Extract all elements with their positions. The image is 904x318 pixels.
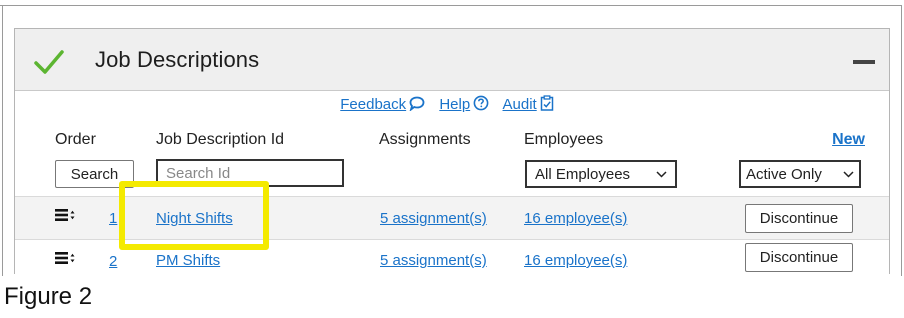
employees-link[interactable]: 16 employee(s) xyxy=(524,252,627,269)
panel-header[interactable]: Job Descriptions xyxy=(15,29,889,91)
job-description-link[interactable]: PM Shifts xyxy=(156,252,220,269)
order-link[interactable]: 1 xyxy=(109,210,117,227)
drag-handle-icon[interactable] xyxy=(55,208,75,222)
highlight-box xyxy=(119,181,269,250)
new-link[interactable]: New xyxy=(832,131,865,149)
employees-select-value: All Employees xyxy=(535,165,631,183)
col-job-description-id[interactable]: Job Description Id xyxy=(156,131,284,149)
employees-link[interactable]: 16 employee(s) xyxy=(524,210,627,227)
discontinue-button[interactable]: Discontinue xyxy=(745,243,853,272)
help-link[interactable]: Help xyxy=(439,96,470,113)
help-circle-icon[interactable] xyxy=(473,95,489,111)
assignments-link[interactable]: 5 assignment(s) xyxy=(380,210,487,227)
audit-link[interactable]: Audit xyxy=(503,96,537,113)
chevron-down-icon xyxy=(843,170,854,178)
chevron-down-icon xyxy=(656,170,667,178)
status-select[interactable]: Active Only xyxy=(739,160,861,188)
col-assignments[interactable]: Assignments xyxy=(379,131,471,149)
panel-links: Feedback Help Audit xyxy=(15,95,889,113)
order-link[interactable]: 2 xyxy=(109,253,117,270)
employees-select[interactable]: All Employees xyxy=(525,160,677,188)
figure-caption: Figure 2 xyxy=(4,283,93,310)
check-icon xyxy=(34,50,64,74)
assignments-link[interactable]: 5 assignment(s) xyxy=(380,252,487,269)
collapse-icon[interactable] xyxy=(853,60,875,64)
discontinue-button[interactable]: Discontinue xyxy=(745,204,853,233)
drag-handle-icon[interactable] xyxy=(55,251,75,265)
col-employees[interactable]: Employees xyxy=(524,131,603,149)
col-order[interactable]: Order xyxy=(55,131,96,149)
panel-title: Job Descriptions xyxy=(95,47,260,72)
outer-frame-edge xyxy=(2,5,3,276)
status-select-value: Active Only xyxy=(746,165,822,183)
speech-bubble-icon[interactable] xyxy=(409,96,425,111)
clipboard-check-icon[interactable] xyxy=(540,95,554,111)
feedback-link[interactable]: Feedback xyxy=(340,96,406,113)
